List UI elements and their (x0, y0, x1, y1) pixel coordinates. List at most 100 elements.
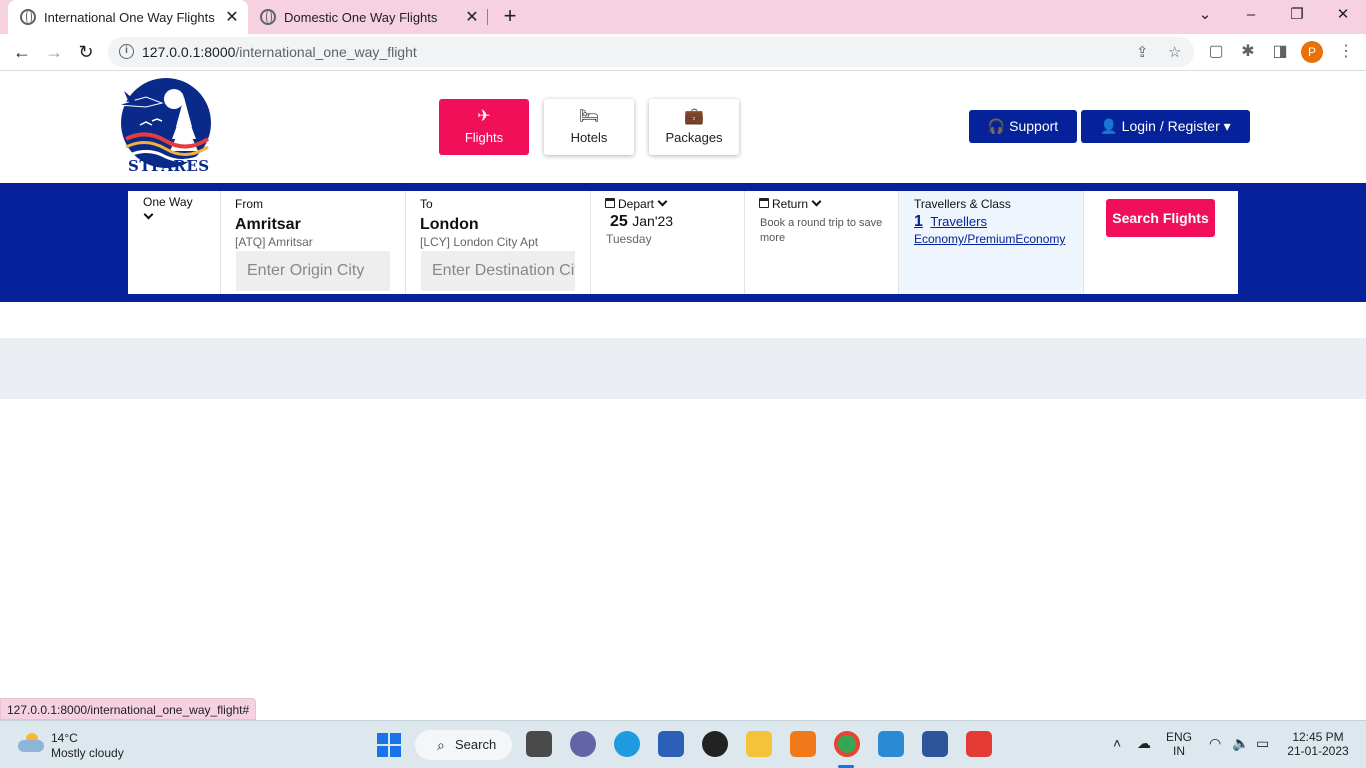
anydesk-icon[interactable] (966, 731, 992, 757)
tab-title: International One Way Flights (44, 9, 215, 25)
vscode-icon[interactable] (878, 731, 904, 757)
login-register-button[interactable]: 👤 Login / Register ▾ (1081, 110, 1250, 143)
depart-field[interactable]: Depart 25 Jan'23 Tuesday (591, 191, 745, 294)
close-tab-icon[interactable]: ✕ (464, 7, 480, 27)
tab-domestic-one-way[interactable]: Domestic One Way Flights ✕ (248, 0, 488, 34)
user-icon: 👤 (1100, 118, 1118, 134)
microsoft-store-icon[interactable] (658, 731, 684, 757)
flight-search-band: One Way From Amritsar [ATQ] Amritsar To … (0, 183, 1366, 302)
profile-avatar[interactable]: P (1301, 41, 1323, 63)
depart-month-year: Jan'23 (632, 213, 674, 229)
restore-button[interactable]: ❐ (1285, 4, 1309, 28)
battery-icon[interactable]: ▭ (1256, 735, 1269, 752)
content-band (0, 338, 1366, 399)
to-label: To (420, 197, 433, 211)
onedrive-cloud-icon[interactable]: ☁ (1137, 735, 1151, 752)
logo-text: STFARES (128, 157, 210, 175)
return-label: Return (772, 197, 809, 211)
packages-tab[interactable]: 💼 Packages (649, 99, 739, 155)
task-view-icon[interactable] (526, 731, 552, 757)
login-label: Login / Register (1121, 118, 1220, 134)
headset-icon: 🎧 (987, 118, 1006, 134)
weather-description[interactable]: Mostly cloudy (51, 746, 124, 760)
close-window-button[interactable]: ✕ (1331, 4, 1355, 28)
return-note: Book a round trip to save more (760, 217, 883, 244)
browser-menu-icon[interactable]: ⋮ (1336, 42, 1356, 62)
reload-button[interactable]: ↻ (74, 40, 98, 64)
back-button[interactable]: ← (10, 40, 34, 64)
xampp-icon[interactable] (790, 731, 816, 757)
teams-chat-icon[interactable] (570, 731, 596, 757)
origin-city-input[interactable] (236, 251, 390, 291)
forward-button[interactable]: → (42, 40, 66, 64)
extension-icon[interactable]: ▢ (1206, 42, 1226, 62)
depart-weekday: Tuesday (606, 232, 652, 246)
calendar-icon (605, 198, 615, 208)
edge-icon[interactable] (614, 731, 640, 757)
tab-title: Domestic One Way Flights (284, 9, 438, 25)
travellers-class-field[interactable]: Travellers & Class 1 Travellers Economy/… (899, 191, 1084, 294)
to-city: London (420, 216, 479, 233)
minimize-button[interactable]: – (1239, 4, 1263, 28)
site-header: STFARES ✈ Flights 🛏 Hotels 💼 Packages 🎧 … (0, 72, 1366, 183)
packages-label: Packages (665, 130, 723, 145)
from-airport: [ATQ] Amritsar (235, 235, 313, 249)
tab-search-chevron-icon[interactable]: ⌄ (1193, 4, 1217, 28)
bed-icon: 🛏 (578, 108, 600, 125)
destination-city-input[interactable] (421, 251, 575, 291)
chevron-down-icon (657, 196, 668, 207)
taskbar-search[interactable]: ⌕ Search (415, 730, 512, 760)
media-player-icon[interactable] (702, 731, 728, 757)
chevron-up-icon[interactable]: ˄ (1113, 735, 1121, 751)
search-flights-button[interactable]: Search Flights (1106, 199, 1215, 237)
lang-secondary: IN (1173, 744, 1185, 758)
from-field[interactable]: From Amritsar [ATQ] Amritsar (221, 191, 406, 294)
file-explorer-icon[interactable] (746, 731, 772, 757)
depart-label-row: Depart (605, 196, 668, 211)
taskbar-search-label: Search (455, 737, 497, 752)
address-bar[interactable]: i 127.0.0.1:8000/international_one_way_f… (108, 37, 1194, 67)
puzzle-extensions-icon[interactable]: ✱ (1238, 42, 1258, 62)
trip-type-value: One Way (143, 195, 193, 209)
tab-international-one-way[interactable]: International One Way Flights ✕ (8, 0, 248, 34)
clock[interactable]: 12:45 PM 21-01-2023 (1287, 730, 1349, 758)
suitcase-icon: 💼 (684, 108, 704, 125)
word-icon[interactable] (922, 731, 948, 757)
flights-label: Flights (464, 130, 504, 145)
support-button[interactable]: 🎧 Support (969, 110, 1077, 143)
wifi-icon[interactable]: ◠ (1209, 735, 1221, 752)
from-label: From (235, 197, 263, 211)
status-bar-url: 127.0.0.1:8000/international_one_way_fli… (0, 698, 257, 720)
to-airport: [LCY] London City Apt (420, 235, 539, 249)
weather-cloud-icon[interactable] (18, 733, 44, 753)
depart-label: Depart (618, 197, 655, 211)
browser-tab-strip: International One Way Flights ✕ Domestic… (0, 0, 1366, 34)
site-info-icon[interactable]: i (119, 44, 134, 59)
windows-start-icon[interactable] (377, 733, 401, 757)
close-tab-icon[interactable]: ✕ (224, 7, 240, 27)
flights-tab[interactable]: ✈ Flights (439, 99, 529, 155)
weather-temp[interactable]: 14°C (51, 731, 78, 745)
globe-icon (20, 9, 36, 25)
windows-taskbar: 14°C Mostly cloudy ⌕ Search ˄ ☁ ENG IN ◠… (0, 720, 1366, 768)
new-tab-button[interactable]: + (498, 5, 522, 29)
return-field[interactable]: Return Book a round trip to save more (745, 191, 899, 294)
clock-time: 12:45 PM (1292, 730, 1344, 744)
hotels-tab[interactable]: 🛏 Hotels (544, 99, 634, 155)
from-city: Amritsar (235, 216, 301, 233)
browser-toolbar: ← → ↻ i 127.0.0.1:8000/international_one… (0, 34, 1366, 71)
side-panel-icon[interactable]: ◨ (1270, 42, 1290, 62)
chrome-icon[interactable] (834, 731, 860, 757)
language-indicator[interactable]: ENG IN (1166, 730, 1192, 758)
support-label: Support (1009, 118, 1059, 134)
bookmark-star-icon[interactable]: ☆ (1168, 43, 1181, 61)
to-field[interactable]: To London [LCY] London City Apt (406, 191, 591, 294)
trip-type-select[interactable]: One Way (128, 191, 221, 294)
speaker-muted-icon[interactable]: 🔈 (1232, 735, 1249, 752)
chevron-down-icon (811, 196, 822, 207)
share-icon[interactable]: ⇪ (1136, 43, 1149, 61)
return-label-row: Return (759, 196, 822, 211)
flight-search-form: One Way From Amritsar [ATQ] Amritsar To … (128, 191, 1238, 294)
travellers-label: Travellers (930, 214, 987, 229)
calendar-icon (759, 198, 769, 208)
